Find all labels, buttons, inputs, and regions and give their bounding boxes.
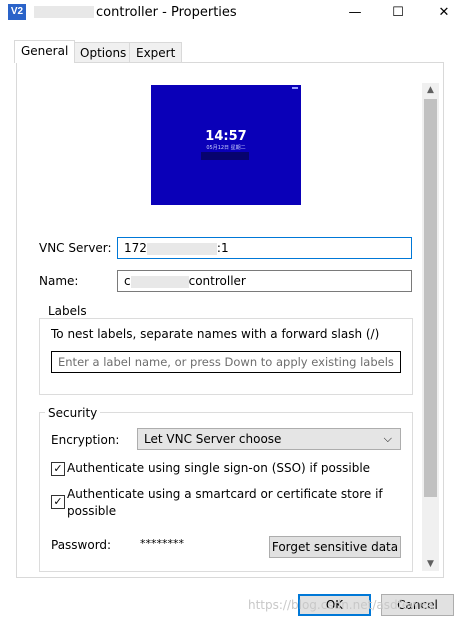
encryption-select[interactable]: Let VNC Server choose ⌵	[137, 428, 401, 450]
checkmark-icon: ✓	[53, 462, 63, 475]
password-value: ********	[140, 537, 184, 550]
vnc-server-label: VNC Server:	[39, 241, 112, 255]
tab-options[interactable]: Options	[73, 42, 134, 63]
name-label: Name:	[39, 274, 79, 288]
close-icon: ✕	[438, 5, 450, 20]
name-value-prefix: c	[124, 274, 131, 288]
close-button[interactable]: ✕	[421, 0, 467, 26]
encryption-label: Encryption:	[51, 433, 120, 447]
vertical-scrollbar[interactable]: ▲ ▼	[422, 83, 439, 571]
vnc-server-value-prefix: 172	[124, 241, 147, 255]
window-title: controller - Properties	[96, 5, 237, 20]
label-input[interactable]: Enter a label name, or press Down to app…	[51, 351, 401, 373]
labels-group-title: Labels	[45, 304, 90, 318]
chevron-down-icon: ⌵	[383, 432, 392, 445]
preview-date: 05月12日 星期二	[206, 145, 246, 151]
encryption-selected-value: Let VNC Server choose	[144, 432, 282, 446]
smartcard-label-line2: possible	[67, 504, 117, 518]
sso-checkbox[interactable]: ✓	[51, 462, 65, 476]
title-bar: V2 controller - Properties — ☐ ✕	[0, 0, 470, 26]
smartcard-checkbox[interactable]: ✓	[51, 495, 65, 509]
forget-sensitive-data-button[interactable]: Forget sensitive data	[269, 536, 401, 558]
scrollbar-thumb[interactable]	[424, 99, 437, 497]
preview-corner-icon	[292, 87, 298, 89]
watermark-text: https://blog.csdn.net/asdfewea	[248, 598, 434, 612]
redacted-name	[130, 275, 189, 288]
tab-expert[interactable]: Expert	[129, 42, 183, 63]
smartcard-label-line1: Authenticate using a smartcard or certif…	[67, 487, 383, 501]
vnc-viewer-icon: V2	[8, 4, 26, 20]
vnc-server-value-suffix: :1	[216, 241, 229, 255]
general-panel: 14:57 05月12日 星期二 VNC Server: 172 :1 Name:…	[16, 62, 444, 578]
scroll-down-icon[interactable]: ▼	[422, 557, 439, 571]
preview-time: 14:57	[205, 129, 247, 144]
vnc-server-input[interactable]: 172 :1	[117, 237, 412, 259]
scroll-up-icon[interactable]: ▲	[422, 83, 439, 97]
maximize-button[interactable]: ☐	[375, 0, 421, 26]
labels-help-text: To nest labels, separate names with a fo…	[51, 327, 380, 341]
minimize-icon: —	[348, 5, 362, 20]
checkmark-icon: ✓	[53, 495, 63, 508]
redacted-address	[146, 242, 217, 255]
sso-label: Authenticate using single sign-on (SSO) …	[67, 461, 371, 475]
maximize-icon: ☐	[392, 5, 404, 20]
password-label: Password:	[51, 538, 112, 552]
desktop-preview: 14:57 05月12日 星期二	[151, 85, 301, 205]
name-value-suffix: controller	[188, 274, 246, 288]
label-input-placeholder: Enter a label name, or press Down to app…	[58, 355, 394, 369]
tab-general[interactable]: General	[14, 40, 76, 63]
name-input[interactable]: c controller	[117, 270, 412, 292]
redacted-title-part	[34, 6, 94, 18]
preview-login-box	[201, 152, 249, 160]
security-group-title: Security	[45, 406, 101, 420]
minimize-button[interactable]: —	[332, 0, 378, 26]
